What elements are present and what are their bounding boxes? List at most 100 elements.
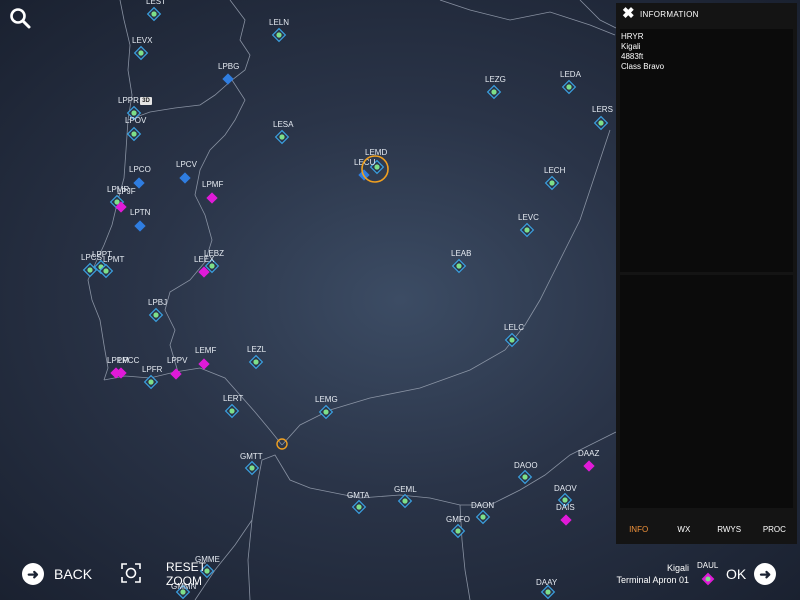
- airport-label: LEMG: [315, 395, 338, 404]
- airport-label: LPCS: [81, 253, 102, 262]
- airport-label: GMTA: [347, 491, 370, 500]
- airport-marker-lech[interactable]: LECH: [544, 166, 566, 191]
- back-button[interactable]: ➜ BACK: [22, 563, 92, 585]
- ok-button[interactable]: OK ➜: [726, 563, 777, 585]
- airport-label: LPTN: [130, 208, 151, 217]
- airport-marker-lpbg[interactable]: LPBG: [218, 62, 239, 85]
- map-borders: [87, 0, 617, 600]
- airport-label: LESA: [273, 120, 294, 129]
- panel-tabs: INFO WX RWYS PROC: [616, 519, 797, 541]
- info-airspace-class: Class Bravo: [621, 62, 665, 71]
- airport-label: GEML: [394, 485, 417, 494]
- airport-marker-lpov[interactable]: LPOV: [125, 116, 147, 142]
- airport-label: LEDA: [560, 70, 582, 79]
- tab-info[interactable]: INFO: [616, 519, 661, 541]
- search-icon[interactable]: [8, 6, 32, 30]
- back-label: BACK: [54, 566, 93, 582]
- location-code: DAUL: [697, 561, 719, 570]
- location-detail: Terminal Apron 01: [616, 575, 689, 585]
- airport-label: DAIS: [556, 503, 575, 512]
- airport-label: DAOO: [514, 461, 538, 470]
- airport-label: LPPV: [167, 356, 188, 365]
- tab-wx[interactable]: WX: [661, 519, 706, 541]
- airport-marker-lptn[interactable]: LPTN: [130, 208, 151, 232]
- tab-proc[interactable]: PROC: [752, 519, 797, 541]
- airport-marker-levc[interactable]: LEVC: [518, 213, 539, 238]
- reset-label-line1: RESET: [166, 560, 207, 574]
- airport-label: LPMT: [103, 255, 124, 264]
- airport-marker-daaz[interactable]: DAAZ: [578, 449, 599, 472]
- airport-marker-lezl[interactable]: LEZL: [247, 345, 267, 370]
- airport-label: LPCC: [118, 356, 140, 365]
- info-identifier: HRYR: [621, 32, 644, 41]
- info-elevation: 4883ft: [621, 52, 644, 61]
- airport-marker-gmfo[interactable]: GMFO: [446, 515, 470, 539]
- panel-title: INFORMATION: [640, 10, 699, 19]
- airport-marker-lelc[interactable]: LELC: [504, 323, 524, 348]
- airport-label: LEVC: [518, 213, 539, 222]
- airport-label: LPFR: [142, 365, 163, 374]
- panel-header: ✖ INFORMATION: [616, 3, 797, 27]
- airport-marker-gmta[interactable]: GMTA: [347, 491, 370, 515]
- airport-marker-lert[interactable]: LERT: [223, 394, 243, 419]
- airport-marker-leda[interactable]: LEDA: [560, 70, 582, 95]
- airport-label: LPMF: [202, 180, 223, 189]
- airport-marker-lpmf[interactable]: LPMF: [202, 180, 223, 204]
- airport-label: DAAZ: [578, 449, 599, 458]
- airport-marker-gmtt[interactable]: GMTT: [240, 452, 263, 476]
- airport-label: LEVX: [132, 36, 153, 45]
- airport-label: GMFO: [446, 515, 470, 524]
- airport-marker-lemf[interactable]: LEMF: [195, 346, 216, 370]
- airport-marker-lppv[interactable]: LPPV: [167, 356, 188, 380]
- airport-label: LPCV: [176, 160, 198, 169]
- information-panel: ✖ INFORMATION HRYR Kigali 4883ft Class B…: [616, 3, 797, 544]
- arrow-right-icon: ➜: [754, 563, 777, 585]
- airport-label: LPCO: [129, 165, 151, 174]
- airport-label: LEZG: [485, 75, 506, 84]
- airport-label: LEZL: [247, 345, 267, 354]
- detail-box: [620, 275, 793, 508]
- airport-marker-daay[interactable]: DAAY: [536, 578, 558, 600]
- info-city: Kigali: [621, 42, 641, 51]
- airport-marker-daon[interactable]: DAON: [471, 501, 494, 525]
- airport-label: LPBG: [218, 62, 239, 71]
- airport-marker-leab[interactable]: LEAB: [451, 249, 471, 274]
- location-marker-icon: [701, 572, 715, 586]
- airport-marker-lemg[interactable]: LEMG: [315, 395, 338, 420]
- airport-marker-lest[interactable]: LEST: [146, 0, 166, 22]
- airport-label: LELN: [269, 18, 289, 27]
- tab-rwys[interactable]: RWYS: [707, 519, 752, 541]
- ok-label: OK: [726, 566, 747, 582]
- airport-label: DAON: [471, 501, 494, 510]
- airport-label: LEST: [146, 0, 166, 6]
- airport-marker-lpco[interactable]: LPCO: [129, 165, 151, 189]
- airport-label: LPOV: [125, 116, 147, 125]
- airport-label: LELC: [504, 323, 524, 332]
- close-icon[interactable]: ✖: [622, 6, 636, 21]
- airport-label: DAAY: [536, 578, 558, 587]
- airport-label: GMTT: [240, 452, 263, 461]
- airport-marker-lezg[interactable]: LEZG: [485, 75, 506, 100]
- airport-label: LPPR: [118, 96, 139, 105]
- reset-zoom-button[interactable]: RESET ZOOM: [120, 560, 220, 594]
- reset-zoom-icon: [120, 562, 142, 584]
- airport-marker-lpcv[interactable]: LPCV: [176, 160, 198, 184]
- airport-marker-lers[interactable]: LERS: [592, 105, 613, 131]
- airport-marker-dais[interactable]: DAIS: [556, 503, 575, 526]
- waypoint-circle: [276, 438, 288, 450]
- airport-marker-lpfr[interactable]: LPFR: [142, 365, 163, 390]
- airport-marker-levx[interactable]: LEVX: [132, 36, 153, 61]
- airport-marker-leln[interactable]: LELN: [269, 18, 289, 43]
- airport-marker-daoo[interactable]: DAOO: [514, 461, 538, 485]
- airport-label: LEAB: [451, 249, 471, 258]
- airport-label: LEMF: [195, 346, 216, 355]
- current-location: Kigali Terminal Apron 01: [616, 562, 689, 586]
- airport-marker-lpbj[interactable]: LPBJ: [148, 298, 167, 323]
- reset-label-line2: ZOOM: [166, 574, 202, 588]
- airport-label: LERT: [223, 394, 243, 403]
- 3d-badge: 3D: [140, 97, 152, 105]
- airport-label: LERS: [592, 105, 613, 114]
- airport-marker-lpcc[interactable]: LPCC: [115, 356, 140, 379]
- airport-label: LPJF: [117, 187, 136, 196]
- airport-marker-lesa[interactable]: LESA: [273, 120, 294, 145]
